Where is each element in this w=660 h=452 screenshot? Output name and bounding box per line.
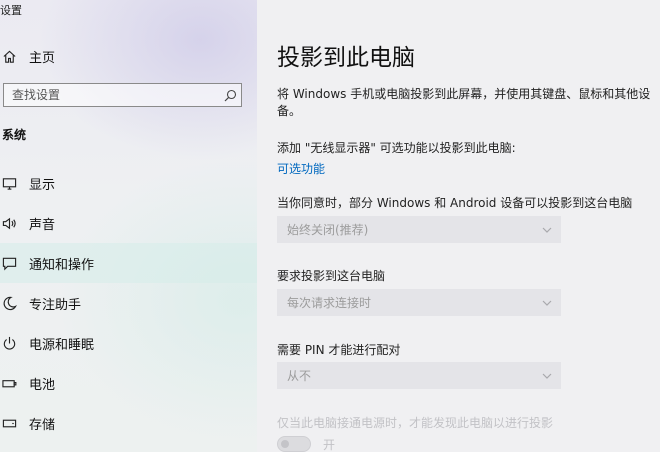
home-icon bbox=[1, 48, 17, 64]
monitor-icon bbox=[1, 175, 17, 191]
sidebar-item-home[interactable]: 主页 bbox=[0, 36, 257, 76]
main-panel: 投影到此电脑 将 Windows 手机或电脑投影到此屏幕，并使用其键盘、鼠标和其… bbox=[257, 0, 660, 452]
sidebar: 设置 主页 系统 显示 声音 通知和操作 专注助手 bbox=[0, 0, 257, 452]
dropdown-value: 始终关闭(推荐) bbox=[287, 223, 369, 237]
sidebar-item-label: 电源和睡眠 bbox=[29, 337, 95, 353]
setting-label-ask-to-project: 要求投影到这台电脑 bbox=[277, 269, 386, 283]
sidebar-item-label: 声音 bbox=[29, 217, 56, 233]
sidebar-item-power-sleep[interactable]: 电源和睡眠 bbox=[0, 323, 257, 363]
sidebar-item-label: 显示 bbox=[29, 177, 56, 193]
feature-note: 添加 "无线显示器" 可选功能以投影到此电脑: bbox=[277, 141, 516, 155]
battery-icon bbox=[1, 375, 17, 391]
chevron-down-icon bbox=[542, 373, 552, 379]
section-label: 系统 bbox=[2, 128, 27, 142]
projection-availability-dropdown[interactable]: 始终关闭(推荐) bbox=[277, 216, 561, 243]
sidebar-item-storage[interactable]: 存储 bbox=[0, 403, 257, 443]
sidebar-item-label: 存储 bbox=[29, 417, 56, 433]
search-box[interactable] bbox=[3, 83, 242, 107]
sidebar-item-notifications[interactable]: 通知和操作 bbox=[0, 243, 257, 283]
toggle-knob bbox=[281, 440, 289, 448]
page-title: 投影到此电脑 bbox=[277, 45, 415, 71]
chevron-down-icon bbox=[542, 300, 552, 306]
power-note: 仅当此电脑接通电源时，才能发现此电脑以进行投影 bbox=[277, 416, 554, 430]
ask-to-project-dropdown[interactable]: 每次请求连接时 bbox=[277, 289, 561, 316]
dropdown-value: 每次请求连接时 bbox=[287, 296, 372, 310]
require-pin-dropdown[interactable]: 从不 bbox=[277, 362, 561, 389]
sidebar-item-label: 主页 bbox=[29, 50, 56, 66]
optional-features-link[interactable]: 可选功能 bbox=[277, 160, 325, 177]
sidebar-item-label: 电池 bbox=[29, 377, 56, 393]
message-icon bbox=[1, 255, 17, 271]
search-input[interactable] bbox=[4, 84, 219, 106]
moon-icon bbox=[1, 295, 17, 311]
speaker-icon bbox=[1, 215, 17, 231]
window-title: 设置 bbox=[0, 4, 22, 17]
toggle-label: 开 bbox=[323, 438, 336, 452]
setting-label-require-pin: 需要 PIN 才能进行配对 bbox=[277, 343, 401, 357]
sidebar-item-focus-assist[interactable]: 专注助手 bbox=[0, 283, 257, 323]
dropdown-value: 从不 bbox=[287, 369, 312, 383]
power-only-toggle[interactable] bbox=[277, 436, 311, 452]
sidebar-item-sound[interactable]: 声音 bbox=[0, 203, 257, 243]
sidebar-item-battery[interactable]: 电池 bbox=[0, 363, 257, 403]
search-icon[interactable] bbox=[219, 85, 241, 105]
sidebar-item-label: 专注助手 bbox=[29, 297, 82, 313]
setting-label-projection-availability: 当你同意时，部分 Windows 和 Android 设备可以投影到这台电脑 bbox=[277, 196, 633, 210]
sidebar-item-label: 通知和操作 bbox=[29, 257, 95, 273]
power-icon bbox=[1, 335, 17, 351]
page-description: 将 Windows 手机或电脑投影到此屏幕，并使用其键盘、鼠标和其他设备。 bbox=[277, 87, 651, 118]
sidebar-item-display[interactable]: 显示 bbox=[0, 163, 257, 203]
storage-icon bbox=[1, 415, 17, 431]
chevron-down-icon bbox=[542, 227, 552, 233]
